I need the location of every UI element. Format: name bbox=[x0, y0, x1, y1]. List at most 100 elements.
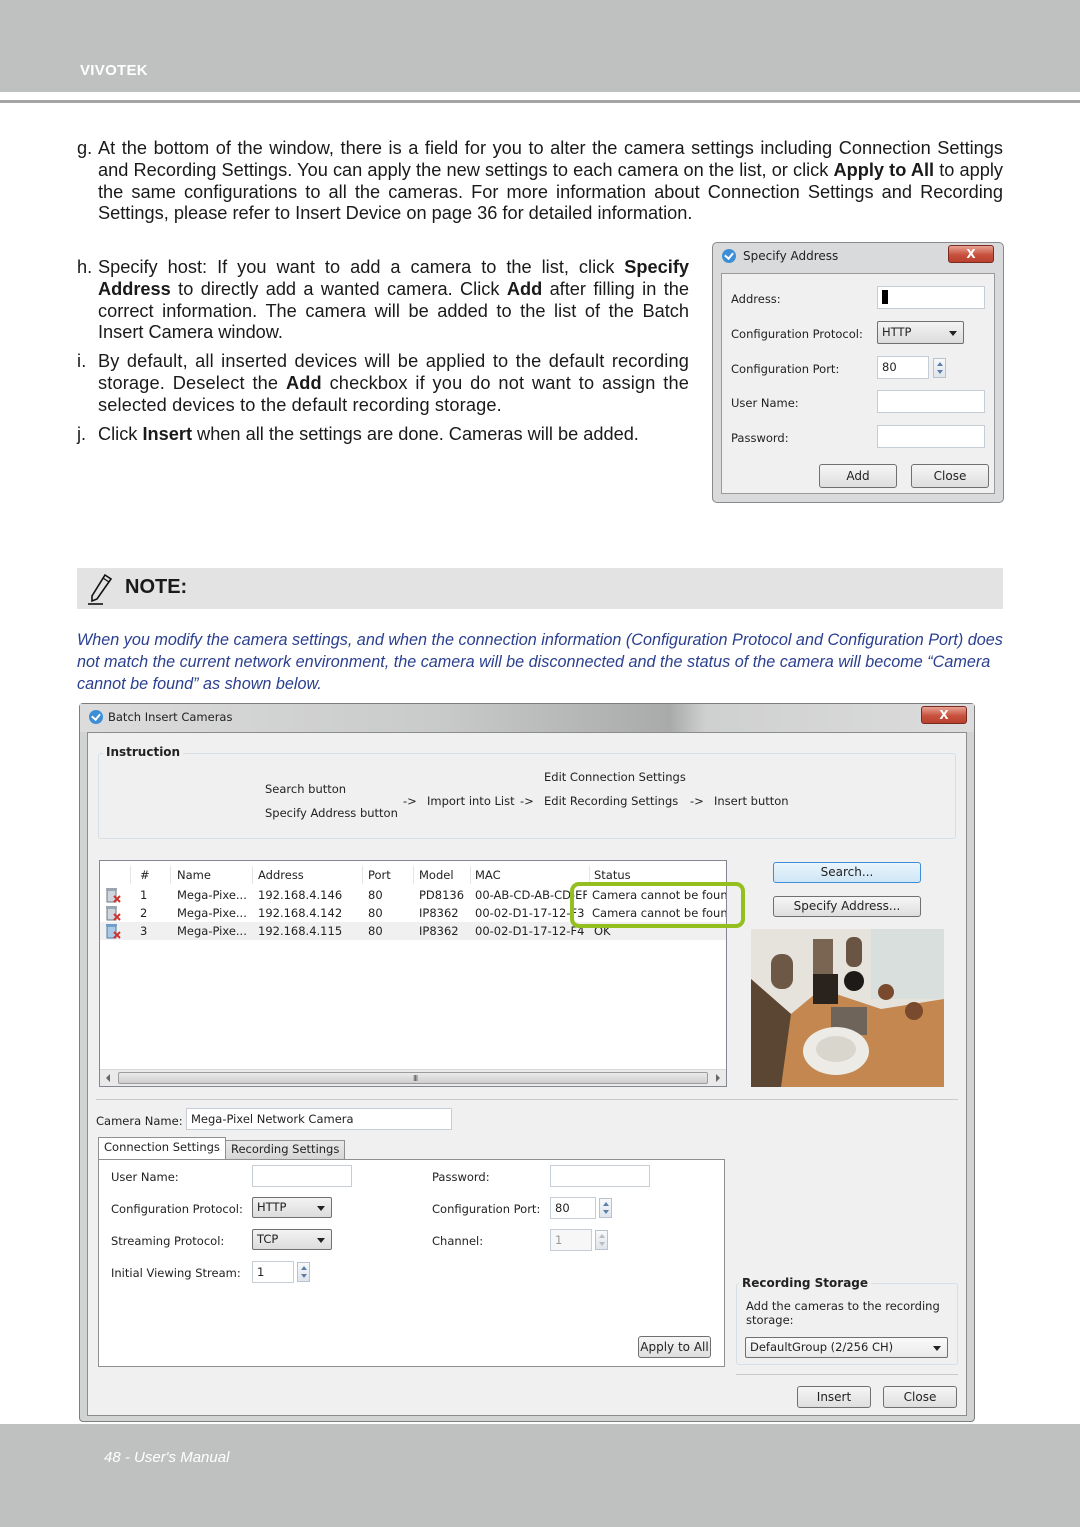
streaming-protocol-select[interactable]: TCP bbox=[252, 1229, 332, 1250]
step-h: h. Specify host: If you want to add a ca… bbox=[77, 257, 689, 344]
viewing-stream-input[interactable]: 1 bbox=[252, 1261, 294, 1283]
col-header[interactable]: Name bbox=[177, 868, 211, 882]
text: when all the settings are done. Cameras … bbox=[192, 424, 639, 444]
text: Specify host: If you want to add a camer… bbox=[98, 257, 625, 277]
instruction-import: Import into List bbox=[427, 794, 515, 808]
status-highlight bbox=[570, 882, 745, 928]
channel-input[interactable]: 1 bbox=[550, 1229, 592, 1251]
close-button[interactable]: Close bbox=[883, 1386, 957, 1408]
scroll-thumb[interactable]: III bbox=[118, 1072, 708, 1084]
spin-down-icon[interactable] bbox=[937, 370, 943, 374]
port-label: Configuration Port: bbox=[731, 362, 840, 376]
text: to directly add a wanted camera. Click bbox=[170, 278, 507, 299]
cell-address: 192.168.4.146 bbox=[258, 888, 343, 902]
specify-address-dialog: Specify Address X Address: Configuration… bbox=[712, 242, 1004, 503]
username-input[interactable] bbox=[877, 390, 985, 413]
chevron-down-icon bbox=[949, 330, 957, 336]
close-icon[interactable]: X bbox=[921, 706, 967, 724]
spin-up-icon[interactable] bbox=[937, 362, 943, 366]
config-port-label: Configuration Port: bbox=[432, 1202, 541, 1216]
spin-down-icon[interactable] bbox=[599, 1242, 605, 1246]
bold-term: Add bbox=[285, 372, 322, 393]
add-button[interactable]: Add bbox=[819, 464, 897, 488]
col-header[interactable]: Model bbox=[419, 868, 454, 882]
col-header[interactable]: # bbox=[140, 868, 150, 882]
brand-logo: VIVOTEK bbox=[80, 62, 148, 79]
address-input[interactable] bbox=[877, 286, 985, 309]
insert-button[interactable]: Insert bbox=[797, 1386, 871, 1408]
col-divider[interactable] bbox=[170, 866, 171, 884]
close-icon[interactable]: X bbox=[948, 245, 994, 263]
dialog-title: Specify Address bbox=[743, 249, 839, 263]
step-text: Click Insert when all the settings are d… bbox=[77, 424, 689, 446]
spin-up-icon[interactable] bbox=[599, 1234, 605, 1238]
step-text: At the bottom of the window, there is a … bbox=[77, 138, 1003, 225]
password-label: Password: bbox=[432, 1170, 490, 1184]
close-button[interactable]: Close bbox=[911, 464, 989, 488]
scroll-right-icon[interactable] bbox=[716, 1074, 720, 1082]
protocol-select[interactable]: HTTP bbox=[877, 321, 964, 344]
username-input[interactable] bbox=[252, 1165, 352, 1187]
instruction-arrow: -> bbox=[690, 794, 704, 808]
apply-to-all-button[interactable]: Apply to All bbox=[638, 1336, 711, 1358]
col-divider[interactable] bbox=[130, 866, 131, 884]
text-cursor bbox=[882, 290, 888, 304]
app-icon bbox=[89, 710, 103, 724]
instruction-title: Instruction bbox=[103, 745, 184, 759]
col-divider[interactable] bbox=[470, 866, 471, 884]
horizontal-scrollbar[interactable]: III bbox=[100, 1069, 726, 1086]
col-header[interactable]: Port bbox=[368, 868, 391, 882]
instruction-insert: Insert button bbox=[714, 794, 789, 808]
instruction-arrow: -> bbox=[403, 794, 417, 808]
config-port-spinner[interactable] bbox=[599, 1198, 612, 1218]
config-port-input[interactable]: 80 bbox=[550, 1197, 596, 1219]
header-divider bbox=[0, 100, 1080, 103]
cell-port: 80 bbox=[368, 906, 383, 920]
tab-recording-settings[interactable]: Recording Settings bbox=[225, 1140, 346, 1159]
col-header[interactable]: Status bbox=[594, 868, 631, 882]
cell-mac: 00-02-D1-17-12-F4 bbox=[475, 924, 585, 938]
col-divider[interactable] bbox=[413, 866, 414, 884]
viewing-stream-spinner[interactable] bbox=[297, 1262, 310, 1282]
camera-name-input[interactable]: Mega-Pixel Network Camera bbox=[186, 1108, 452, 1130]
page-number: 48 - User's Manual bbox=[104, 1449, 230, 1466]
protocol-label: Configuration Protocol: bbox=[731, 327, 863, 341]
cell-model: IP8362 bbox=[419, 906, 459, 920]
channel-spinner[interactable] bbox=[595, 1230, 608, 1250]
spin-up-icon[interactable] bbox=[301, 1266, 307, 1270]
delete-icon[interactable] bbox=[105, 887, 121, 903]
col-divider[interactable] bbox=[252, 866, 253, 884]
spin-down-icon[interactable] bbox=[603, 1210, 609, 1214]
port-spinner[interactable] bbox=[933, 358, 946, 378]
app-icon bbox=[722, 249, 736, 263]
bold-term: Add bbox=[506, 278, 543, 299]
col-header[interactable]: MAC bbox=[475, 868, 501, 882]
recording-storage-description: Add the cameras to the recording storage… bbox=[746, 1299, 940, 1327]
spin-up-icon[interactable] bbox=[603, 1202, 609, 1206]
username-label: User Name: bbox=[731, 396, 799, 410]
password-input[interactable] bbox=[550, 1165, 650, 1187]
camera-name-label: Camera Name: bbox=[96, 1114, 183, 1128]
bold-term: Apply to All bbox=[833, 159, 935, 180]
recording-storage-title: Recording Storage bbox=[739, 1276, 872, 1290]
instruction-search: Search button bbox=[265, 782, 347, 796]
config-protocol-select[interactable]: HTTP bbox=[252, 1197, 332, 1218]
channel-label: Channel: bbox=[432, 1234, 484, 1248]
password-input[interactable] bbox=[877, 425, 985, 448]
storage-group-select[interactable]: DefaultGroup (2/256 CH) bbox=[745, 1337, 948, 1358]
spin-down-icon[interactable] bbox=[301, 1274, 307, 1278]
note-banner: NOTE: bbox=[77, 568, 1003, 609]
scroll-left-icon[interactable] bbox=[106, 1074, 110, 1082]
note-title: NOTE: bbox=[125, 576, 188, 598]
port-input[interactable]: 80 bbox=[877, 356, 929, 379]
col-divider[interactable] bbox=[362, 866, 363, 884]
tab-connection-settings[interactable]: Connection Settings bbox=[98, 1137, 226, 1159]
delete-icon[interactable] bbox=[105, 923, 121, 939]
chevron-down-icon bbox=[317, 1237, 325, 1243]
cell-address: 192.168.4.142 bbox=[258, 906, 343, 920]
delete-icon[interactable] bbox=[105, 905, 121, 921]
col-header[interactable]: Address bbox=[258, 868, 304, 882]
cell-num: 3 bbox=[140, 924, 148, 938]
specify-address-button[interactable]: Specify Address... bbox=[773, 896, 921, 917]
search-button[interactable]: Search... bbox=[773, 862, 921, 883]
